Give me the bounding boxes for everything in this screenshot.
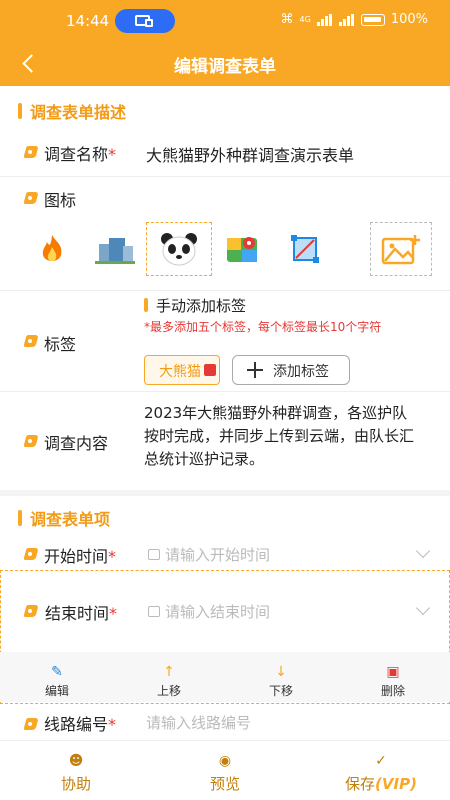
battery-icon [360, 13, 385, 26]
arrow-up-icon: ↑ [163, 664, 175, 680]
screen-share-pill[interactable] [115, 9, 175, 33]
eye-icon: ◉ [218, 753, 232, 769]
preview-button[interactable]: ◉ 预览 [203, 753, 247, 794]
plus-icon [247, 362, 263, 378]
status-time: 14:44 [66, 12, 110, 30]
content-field[interactable]: 2023年大熊猫野外种群调查，各巡护队按时完成，并同步上传到云端，由队长汇总统计… [144, 402, 422, 471]
pencil-icon: ✎ [51, 664, 63, 680]
tag-hint: *最多添加五个标签，每个标签最长10个字符 [144, 320, 382, 334]
check-icon: ✓ [375, 753, 387, 769]
tag-icon [22, 435, 38, 447]
content-label: 调查内容 [44, 434, 109, 453]
route-number-input[interactable]: 请输入线路编号 [146, 712, 251, 733]
tag-icon [22, 335, 38, 347]
section-title: 调查表单项 [30, 510, 111, 529]
delete-button[interactable]: ▣ 删除 [363, 664, 423, 699]
signal-icon-2 [338, 13, 355, 26]
fire-icon[interactable] [20, 222, 84, 276]
add-user-icon: ☻ [68, 753, 84, 769]
tag-icon [22, 146, 38, 158]
item-toolbar: ✎ 编辑 ↑ 上移 ↓ 下移 ▣ 删除 [0, 652, 450, 702]
icon-label: 图标 [44, 191, 77, 210]
route-number-label: 线路编号* [44, 715, 117, 734]
arrow-down-icon: ↓ [275, 664, 287, 680]
page-title: 编辑调查表单 [174, 57, 276, 77]
add-tag-button[interactable]: 添加标签 [232, 355, 350, 385]
survey-name-field[interactable]: 大熊猫野外种群调查演示表单 [146, 142, 354, 166]
start-time-input[interactable]: 请输入开始时间 [165, 544, 270, 565]
move-up-button[interactable]: ↑ 上移 [139, 664, 199, 699]
trash-icon: ▣ [386, 664, 400, 680]
tag-icon [22, 548, 38, 560]
tag-delete-icon[interactable] [204, 364, 216, 376]
move-down-button[interactable]: ↓ 下移 [251, 664, 311, 699]
status-bar: 14:44 ⌘ 4G 100% [0, 0, 450, 40]
tag-icon [22, 605, 38, 617]
survey-name-label: 调查名称* [44, 145, 117, 164]
form-description-card: 调查表单描述 调查名称* 大熊猫野外种群调查演示表单 图标 标签 手动添加标签 … [0, 86, 450, 490]
tag-icon [22, 718, 38, 730]
vip-badge: (VIP) [375, 775, 417, 793]
image-add-icon[interactable] [370, 222, 432, 276]
save-button[interactable]: ✓ 保存(VIP) [336, 753, 426, 794]
building-icon[interactable] [83, 222, 147, 276]
help-button[interactable]: ☻ 协助 [54, 753, 98, 794]
chevron-down-icon[interactable] [415, 543, 431, 559]
panda-icon[interactable] [146, 222, 212, 276]
battery-level: 100% [390, 12, 428, 27]
calendar-icon [148, 549, 160, 560]
signal-icon [316, 13, 333, 26]
manual-tag-title: 手动添加标签 [156, 297, 247, 315]
route-number-row: 线路编号* 请输入线路编号 [0, 704, 450, 740]
calendar-icon [148, 606, 160, 617]
network-type: 4G [299, 15, 311, 24]
start-time-label: 开始时间* [44, 547, 117, 566]
end-time-label: 结束时间* [45, 604, 118, 623]
chevron-down-icon[interactable] [415, 600, 431, 616]
tags-label: 标签 [44, 335, 77, 354]
crop-icon[interactable] [273, 222, 337, 276]
bottom-bar: ☻ 协助 ◉ 预览 ✓ 保存(VIP) [0, 740, 450, 800]
end-time-input[interactable]: 请输入结束时间 [165, 601, 270, 622]
nav-bar: 编辑调查表单 [0, 40, 450, 86]
edit-button[interactable]: ✎ 编辑 [27, 664, 87, 699]
wifi-icon: ⌘ [280, 12, 294, 27]
tag-icon [22, 192, 38, 204]
section-title: 调查表单描述 [30, 103, 127, 122]
map-pin-icon[interactable] [211, 222, 275, 276]
